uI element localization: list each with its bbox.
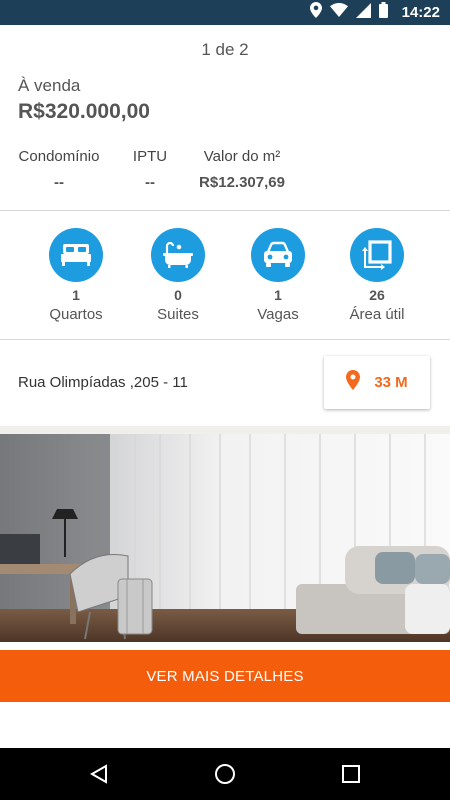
car-icon: [251, 228, 305, 282]
feature-suites: 0 Suites: [133, 228, 223, 323]
location-icon: [309, 2, 322, 23]
divider: [0, 210, 450, 211]
fee-value: --: [54, 174, 64, 191]
fee-label: IPTU: [132, 148, 168, 165]
map-pin-icon: [346, 370, 361, 395]
recents-icon[interactable]: [337, 760, 365, 788]
area-icon: [350, 228, 404, 282]
home-icon[interactable]: [211, 760, 239, 788]
feature-label: Quartos: [49, 306, 103, 323]
fee-label: Condomínio: [18, 148, 100, 165]
price: R$320.000,00: [18, 100, 150, 123]
divider: [0, 339, 450, 340]
navigation-bar: [0, 748, 450, 800]
bathtub-icon: [151, 228, 205, 282]
feature-quartos: 1 Quartos: [31, 228, 121, 323]
fee-iptu: IPTU --: [114, 148, 186, 191]
fee-condominio: Condomínio --: [18, 148, 100, 191]
signal-icon: [355, 2, 371, 23]
feature-vagas: 1 Vagas: [233, 228, 323, 323]
battery-icon: [378, 2, 388, 23]
fee-value: --: [145, 174, 155, 191]
feature-area-util: 26 Área útil: [332, 228, 422, 323]
fee-value: R$12.307,69: [199, 174, 285, 191]
feature-count: 26: [369, 287, 385, 303]
ver-mais-detalhes-button[interactable]: VER MAIS DETALHES: [0, 650, 450, 702]
fees-row: Condomínio -- IPTU -- Valor do m² R$12.3…: [18, 148, 290, 191]
feature-count: 0: [174, 287, 182, 303]
feature-count: 1: [274, 287, 282, 303]
fee-valor-m2: Valor do m² R$12.307,69: [194, 148, 290, 191]
address-text: Rua Olimpíadas ,205 - 11: [18, 374, 188, 391]
distance-label: 33 M: [374, 374, 408, 391]
sale-label: À venda: [18, 76, 81, 95]
status-bar: 14:22: [0, 0, 450, 25]
property-photo[interactable]: [0, 434, 450, 642]
pager-indicator: 1 de 2: [201, 40, 249, 59]
feature-label: Suites: [157, 306, 199, 323]
status-time: 14:22: [401, 4, 440, 21]
fee-label: Valor do m²: [203, 148, 281, 165]
wifi-icon: [329, 3, 348, 22]
back-icon[interactable]: [85, 760, 113, 788]
feature-count: 1: [72, 287, 80, 303]
feature-label: Vagas: [257, 306, 299, 323]
feature-label: Área útil: [349, 306, 405, 323]
map-distance-button[interactable]: 33 M: [324, 356, 430, 409]
bed-icon: [49, 228, 103, 282]
